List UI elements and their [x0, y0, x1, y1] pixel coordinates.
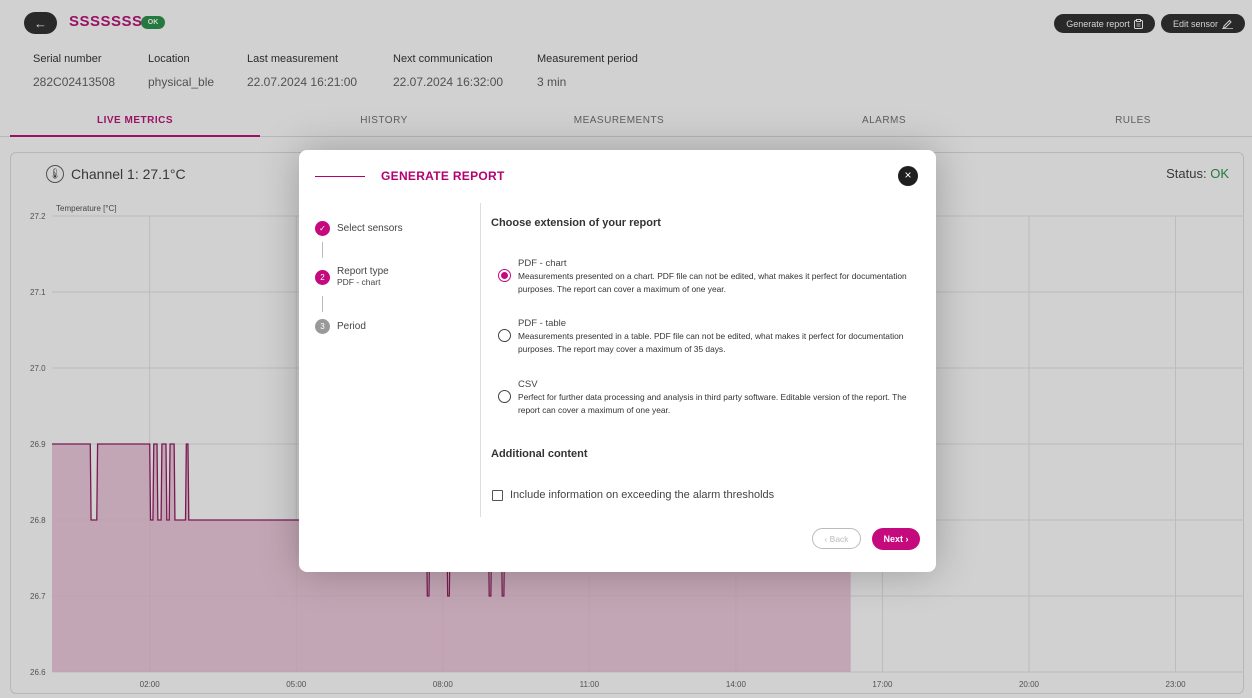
- step-sublabel: PDF - chart: [337, 277, 381, 287]
- check-icon: ✓: [315, 221, 330, 236]
- option-text: CSV Perfect for further data processing …: [518, 378, 908, 417]
- option-description: Measurements presented in a table. PDF f…: [518, 331, 904, 354]
- step-number-badge: 2: [315, 270, 330, 285]
- title-accent-line: [315, 176, 365, 177]
- step-select-sensors[interactable]: ✓ Select sensors: [315, 221, 403, 236]
- extension-heading: Choose extension of your report: [491, 217, 661, 229]
- option-text: PDF - table Measurements presented in a …: [518, 317, 908, 356]
- step-connector: [322, 242, 323, 258]
- option-title: PDF - chart: [518, 258, 567, 269]
- option-pdf-table[interactable]: PDF - table Measurements presented in a …: [498, 317, 908, 356]
- step-number-badge: 3: [315, 319, 330, 334]
- option-description: Perfect for further data processing and …: [518, 392, 907, 415]
- close-icon[interactable]: ×: [898, 166, 918, 186]
- step-label: Select sensors: [337, 223, 403, 234]
- checkbox-label: Include information on exceeding the ala…: [510, 489, 775, 501]
- next-button[interactable]: Next ›: [872, 528, 920, 550]
- option-description: Measurements presented on a chart. PDF f…: [518, 271, 907, 294]
- additional-heading: Additional content: [491, 448, 588, 460]
- modal-divider: [480, 203, 481, 517]
- option-text: PDF - chart Measurements presented on a …: [518, 257, 908, 296]
- step-connector: [322, 296, 323, 312]
- step-text: Report type PDF - chart: [337, 266, 389, 287]
- radio-csv[interactable]: [498, 390, 511, 403]
- alarm-thresholds-checkbox[interactable]: [492, 489, 503, 501]
- step-label: Report type: [337, 266, 389, 277]
- radio-pdf-chart[interactable]: [498, 269, 511, 282]
- option-csv[interactable]: CSV Perfect for further data processing …: [498, 378, 908, 417]
- option-title: PDF - table: [518, 318, 567, 329]
- option-title: CSV: [518, 379, 538, 390]
- step-label: Period: [337, 321, 366, 332]
- modal-title: GENERATE REPORT: [381, 169, 505, 183]
- alarm-thresholds-option[interactable]: Include information on exceeding the ala…: [492, 489, 774, 501]
- step-period[interactable]: 3 Period: [315, 319, 366, 334]
- back-button-disabled[interactable]: ‹ Back: [812, 528, 861, 549]
- step-report-type[interactable]: 2 Report type PDF - chart: [315, 266, 389, 287]
- radio-pdf-table[interactable]: [498, 329, 511, 342]
- option-pdf-chart[interactable]: PDF - chart Measurements presented on a …: [498, 257, 908, 296]
- generate-report-modal: GENERATE REPORT × ✓ Select sensors 2 Rep…: [299, 150, 936, 572]
